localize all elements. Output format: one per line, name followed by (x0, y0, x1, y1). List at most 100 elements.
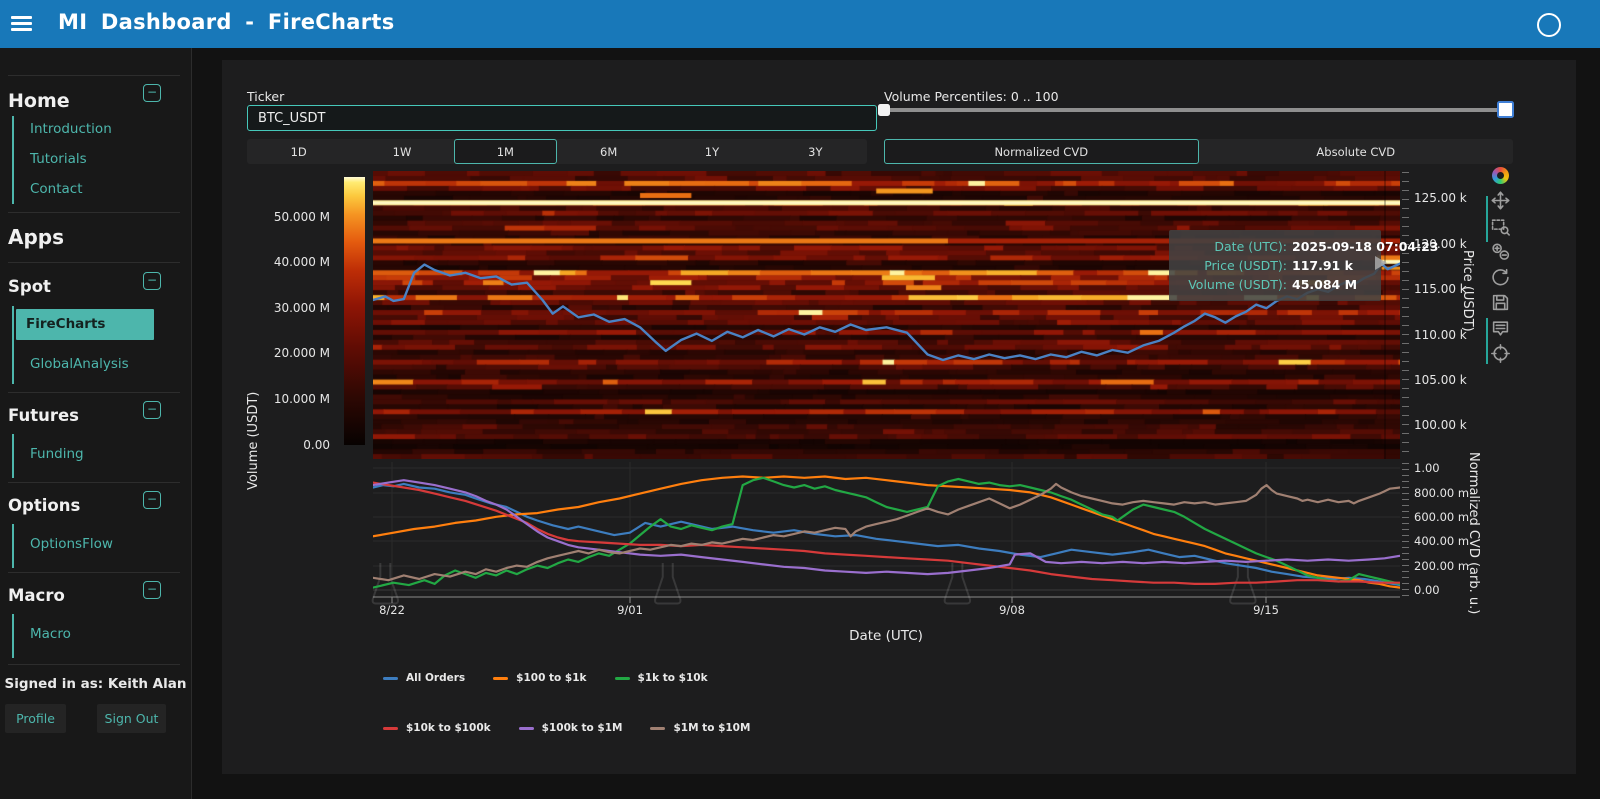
legend-label: $1M to $10M (673, 722, 750, 734)
tooltip-row: Date (UTC):2025-09-18 07:04:23 (1175, 237, 1371, 256)
tooltip-row: Price (USDT):117.91 k (1175, 256, 1371, 275)
timeframe-button-1d[interactable]: 1D (247, 139, 350, 164)
volume-tick-label: 50.000 M (240, 210, 330, 224)
modebar-separator (1486, 318, 1488, 364)
legend-marker (650, 727, 665, 730)
section-indicator-bar (12, 116, 14, 204)
legend-marker (493, 677, 508, 680)
pan-icon[interactable] (1491, 191, 1511, 211)
tooltip-label: Date (UTC): (1175, 237, 1287, 256)
collapse-spot-button[interactable]: − (143, 272, 161, 290)
timeframe-button-1w[interactable]: 1W (350, 139, 453, 164)
legend-item[interactable]: $1M to $10M (650, 722, 750, 734)
legend-item[interactable]: All Orders (383, 672, 465, 684)
price-tick-label: 110.00 k (1414, 328, 1494, 342)
sidebar-item-contact[interactable]: Contact (30, 181, 83, 197)
divider (8, 482, 180, 483)
collapse-futures-button[interactable]: − (143, 401, 161, 419)
cvd-tick-label: 200.00 m (1414, 559, 1494, 573)
sidebar-item-tutorials[interactable]: Tutorials (30, 151, 87, 167)
sign-out-button[interactable]: Sign Out (97, 704, 166, 733)
sidebar-item-funding[interactable]: Funding (30, 446, 84, 462)
volume-tick-label: 10.000 M (240, 392, 330, 406)
divider (8, 262, 180, 263)
save-snapshot-icon[interactable] (1491, 293, 1511, 313)
legend-label: All Orders (406, 672, 465, 684)
cvd-tick-label: 0.00 (1414, 583, 1494, 597)
legend-item[interactable]: $100 to $1k (493, 672, 586, 684)
legend-label: $1k to $10k (638, 672, 708, 684)
date-tick-label: 9/01 (602, 603, 658, 617)
legend-marker (519, 727, 534, 730)
divider (8, 572, 180, 573)
cvd-tick-label: 600.00 m (1414, 510, 1494, 524)
legend-label: $100 to $1k (516, 672, 586, 684)
date-tick-label: 8/22 (364, 603, 420, 617)
cvd-button-absolute-cvd[interactable]: Absolute CVD (1199, 139, 1514, 164)
tooltip-row: Volume (USDT):45.084 M (1175, 275, 1371, 294)
cvd-tick-label: 1.00 (1414, 461, 1494, 475)
slider-handle-min[interactable] (878, 104, 890, 116)
legend-label: $10k to $100k (406, 722, 491, 734)
heatmap-canvas[interactable] (373, 171, 1400, 459)
cvd-button-normalized-cvd[interactable]: Normalized CVD (884, 139, 1199, 164)
tooltip-caret (1375, 256, 1387, 270)
collapse-macro-button[interactable]: − (143, 581, 161, 599)
top-bar: MI Dashboard - FireCharts (0, 0, 1600, 48)
modebar-separator (1486, 196, 1488, 242)
collapse-home-button[interactable]: − (143, 84, 161, 102)
hamburger-menu-icon[interactable] (11, 16, 32, 32)
divider (8, 392, 180, 393)
tooltip-label: Volume (USDT): (1175, 275, 1287, 294)
plotly-logo-icon[interactable] (1492, 167, 1509, 184)
sidebar-item-optionsflow[interactable]: OptionsFlow (30, 536, 113, 552)
cvd-mode-button-group: Normalized CVDAbsolute CVD (884, 139, 1513, 164)
volume-tick-label: 0.00 (240, 438, 330, 452)
price-tick-label: 105.00 k (1414, 373, 1494, 387)
legend-item[interactable]: $10k to $100k (383, 722, 491, 734)
volume-tick-label: 30.000 M (240, 301, 330, 315)
timeframe-button-6m[interactable]: 6M (557, 139, 660, 164)
price-tick-label: 115.00 k (1414, 282, 1494, 296)
tooltip-label: Price (USDT): (1175, 256, 1287, 275)
app-title: MI Dashboard - FireCharts (58, 10, 395, 34)
reset-axes-icon[interactable] (1491, 268, 1511, 288)
box-zoom-icon[interactable] (1491, 217, 1511, 237)
timeframe-button-1y[interactable]: 1Y (660, 139, 763, 164)
slider-handle-max[interactable] (1497, 101, 1514, 118)
ticker-input[interactable] (247, 105, 877, 131)
timeframe-button-3y[interactable]: 3Y (764, 139, 867, 164)
legend-item[interactable]: $100k to $1M (519, 722, 623, 734)
sidebar-item-globalanalysis[interactable]: GlobalAnalysis (30, 356, 129, 372)
legend-marker (383, 677, 398, 680)
hover-tooltip: Date (UTC):2025-09-18 07:04:23Price (USD… (1169, 230, 1381, 301)
legend-marker (615, 677, 630, 680)
volume-tick-label: 40.000 M (240, 255, 330, 269)
price-tick-label: 100.00 k (1414, 418, 1494, 432)
toggle-spike-lines-icon[interactable] (1491, 344, 1511, 364)
sidebar-heading-futures: Futures (8, 406, 79, 425)
divider (8, 664, 180, 665)
plotly-modebar (1491, 166, 1513, 370)
legend-item[interactable]: $1k to $10k (615, 672, 708, 684)
timeframe-button-group: 1D1W1M6M1Y3Y (247, 139, 867, 164)
signed-in-text: Signed in as: Keith Alan (0, 676, 191, 692)
volume-percentile-slider[interactable] (884, 108, 1513, 112)
sidebar-item-firecharts[interactable]: FireCharts (16, 309, 154, 340)
timeframe-button-1m[interactable]: 1M (454, 139, 557, 164)
profile-button[interactable]: Profile (5, 704, 66, 733)
tooltip-value: 2025-09-18 07:04:23 (1292, 237, 1439, 256)
toggle-hover-labels-icon[interactable] (1491, 319, 1511, 339)
zoom-in-out-icon[interactable] (1491, 242, 1511, 262)
sidebar-item-introduction[interactable]: Introduction (30, 121, 112, 137)
volume-percentiles-label: Volume Percentiles: 0 .. 100 (884, 89, 1059, 104)
date-axis-title: Date (UTC) (836, 628, 936, 644)
legend-row: $10k to $100k $100k to $1M $1M to $10M (383, 722, 750, 734)
volume-colorbar (344, 177, 365, 445)
sidebar-item-macro[interactable]: Macro (30, 626, 71, 642)
legend-label: $100k to $1M (542, 722, 623, 734)
divider (8, 212, 180, 213)
collapse-options-button[interactable]: − (143, 491, 161, 509)
cvd-tick-label: 400.00 m (1414, 534, 1494, 548)
date-tick-label: 9/08 (984, 603, 1040, 617)
